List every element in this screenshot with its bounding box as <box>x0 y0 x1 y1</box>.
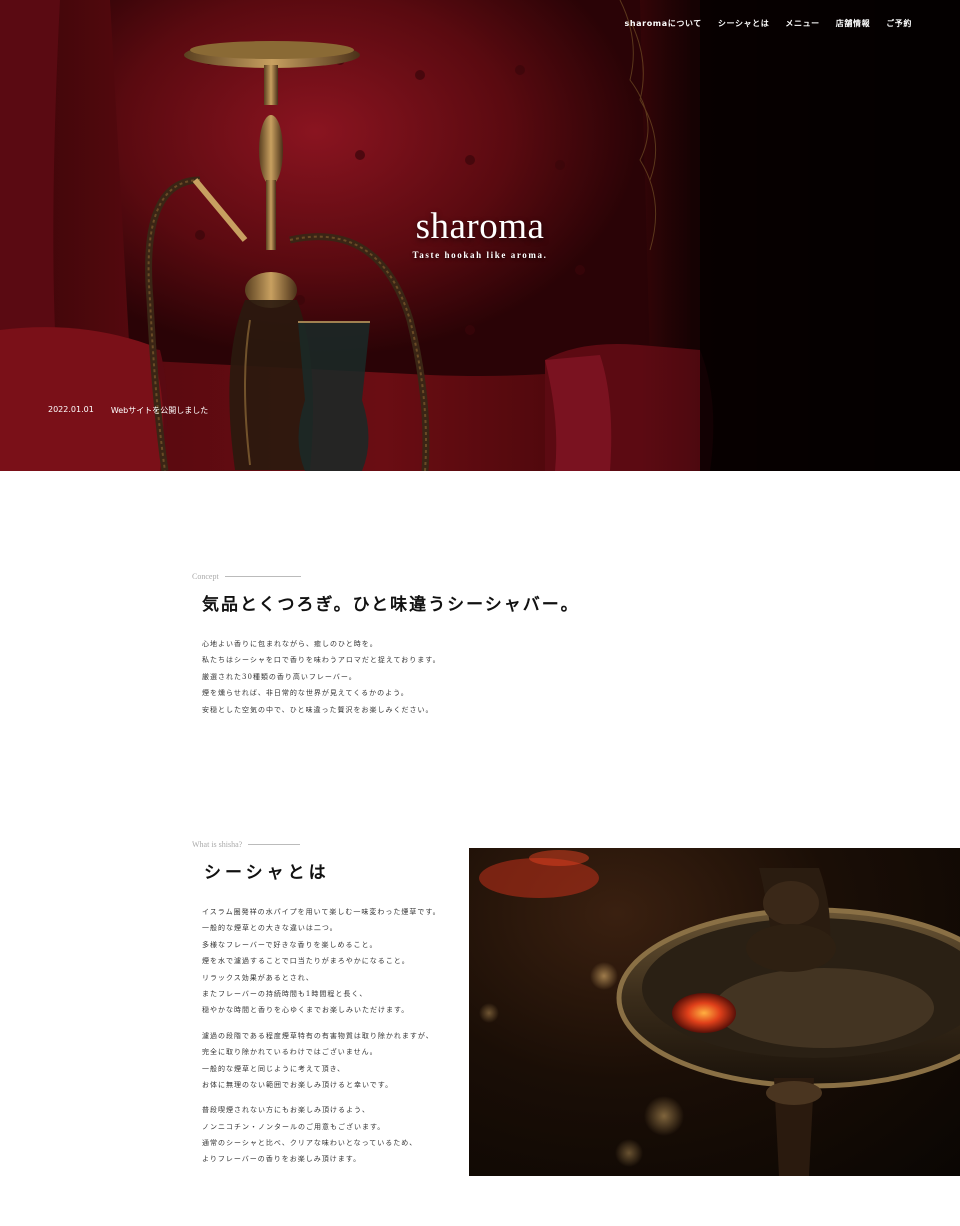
shisha-line: 完全に取り除かれているわけではございません。 <box>202 1048 378 1057</box>
hero-section: sharomaについて シーシャとは メニュー 店舗情報 ご予約 sharoma… <box>0 0 960 471</box>
shisha-bowl-illustration <box>479 850 960 1176</box>
concept-line: 煙を燻らせれば、非日常的な世界が見えてくるかのよう。 <box>202 689 409 698</box>
concept-line: 厳選された30種類の香り高いフレーバー。 <box>202 672 357 681</box>
shisha-line: 濾過の段階である程度煙草特有の有害物質は取り除かれますが、 <box>202 1031 434 1040</box>
nav-store-info[interactable]: 店舗情報 <box>836 18 870 29</box>
shisha-line: 通常のシーシャと比べ、クリアな味わいとなっているため、 <box>202 1139 418 1148</box>
news-date: 2022.01.01 <box>48 405 94 414</box>
concept-line: 私たちはシーシャを口で香りを味わうアロマだと捉えております。 <box>202 656 441 665</box>
shisha-line: またフレーバーの持続時間も1時間程と長く、 <box>202 989 368 998</box>
nav-about[interactable]: sharomaについて <box>625 18 702 29</box>
shisha-label-text: What is shisha? <box>192 840 243 849</box>
shisha-bowl-photo <box>469 848 960 1176</box>
shisha-line: よりフレーバーの香りをお楽しみ頂けます。 <box>202 1155 362 1164</box>
main-nav: sharomaについて シーシャとは メニュー 店舗情報 ご予約 <box>625 18 912 29</box>
shisha-line: 多様なフレーバーで好きな香りを楽しめること。 <box>202 940 378 949</box>
nav-what-is-shisha[interactable]: シーシャとは <box>718 18 769 29</box>
concept-line: 心地よい香りに包まれながら、癒しのひと時を。 <box>202 640 378 648</box>
concept-body: 心地よい香りに包まれながら、癒しのひと時を。 私たちはシーシャを口で香りを味わう… <box>202 636 441 718</box>
news-item[interactable]: 2022.01.01 Webサイトを公開しました <box>48 405 208 416</box>
shisha-label-line <box>248 844 301 845</box>
shisha-title: シーシャとは <box>204 863 330 883</box>
site-tagline: Taste hookah like aroma. <box>412 250 548 260</box>
concept-title: 気品とくつろぎ。ひと味違うシーシャバー。 <box>202 595 580 615</box>
site-logo: sharoma <box>415 206 545 247</box>
concept-label-line <box>224 576 301 577</box>
hero-logo-block: sharoma Taste hookah like aroma. <box>400 206 560 260</box>
nav-menu[interactable]: メニュー <box>785 18 819 29</box>
shisha-line: 一般的な煙草と同じように考えて頂き、 <box>202 1064 346 1073</box>
shisha-line: リラックス効果があるとされ、 <box>202 973 314 982</box>
shisha-line: お体に無理のない範囲でお楽しみ頂けると幸いです。 <box>202 1080 394 1089</box>
concept-line: 安穏とした空気の中で、ひと味違った贅沢をお楽しみください。 <box>202 705 434 714</box>
shisha-line: 普段喫煙されない方にもお楽しみ頂けるよう、 <box>202 1106 370 1115</box>
concept-label: Concept <box>192 572 301 581</box>
nav-reservation[interactable]: ご予約 <box>886 18 912 29</box>
shisha-line: 穏やかな時間と香りを心ゆくまでお楽しみいただけます。 <box>202 1006 410 1015</box>
shisha-body: イスラム圏発祥の水パイプを用いて楽しむ一味変わった煙草です。 一般的な煙草との大… <box>202 904 441 1168</box>
shisha-line: イスラム圏発祥の水パイプを用いて楽しむ一味変わった煙草です。 <box>202 908 441 916</box>
shisha-line: 煙を水で濾過することで口当たりがまろやかになること。 <box>202 957 410 966</box>
news-text: Webサイトを公開しました <box>110 406 209 415</box>
concept-label-text: Concept <box>192 572 219 581</box>
shisha-line: 一般的な煙草との大きな違いは二つ。 <box>202 924 338 933</box>
shisha-label: What is shisha? <box>192 840 301 849</box>
shisha-line: ノンニコチン・ノンタールのご用意もございます。 <box>202 1122 386 1131</box>
